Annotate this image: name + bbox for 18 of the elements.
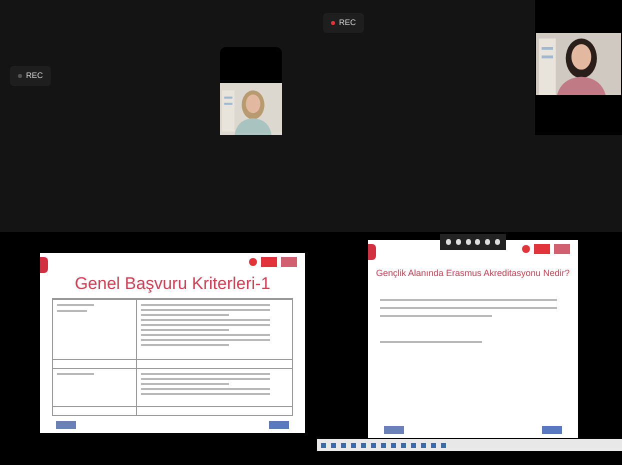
recording-label: REC [339,17,356,29]
slide-title: Gençlik Alanında Erasmus Akreditasyonu Nedir? [376,268,570,280]
logo-icon [542,426,562,434]
share-toolbar[interactable] [440,234,506,250]
slide-title: Genel Başvuru Kriterleri-1 [74,273,270,294]
emblem-icon [522,245,530,253]
flag-icon [261,257,277,267]
flag-icon [281,257,297,267]
logo-icon [56,421,76,429]
flag-icon [554,244,570,254]
recording-label: REC [26,70,43,82]
logo-icon [384,426,404,434]
logo-icon [269,421,289,429]
text-line [57,373,94,376]
emblem-icon [249,258,257,266]
flag-icon [534,244,550,254]
text-line [57,310,87,312]
text-line [57,304,94,306]
